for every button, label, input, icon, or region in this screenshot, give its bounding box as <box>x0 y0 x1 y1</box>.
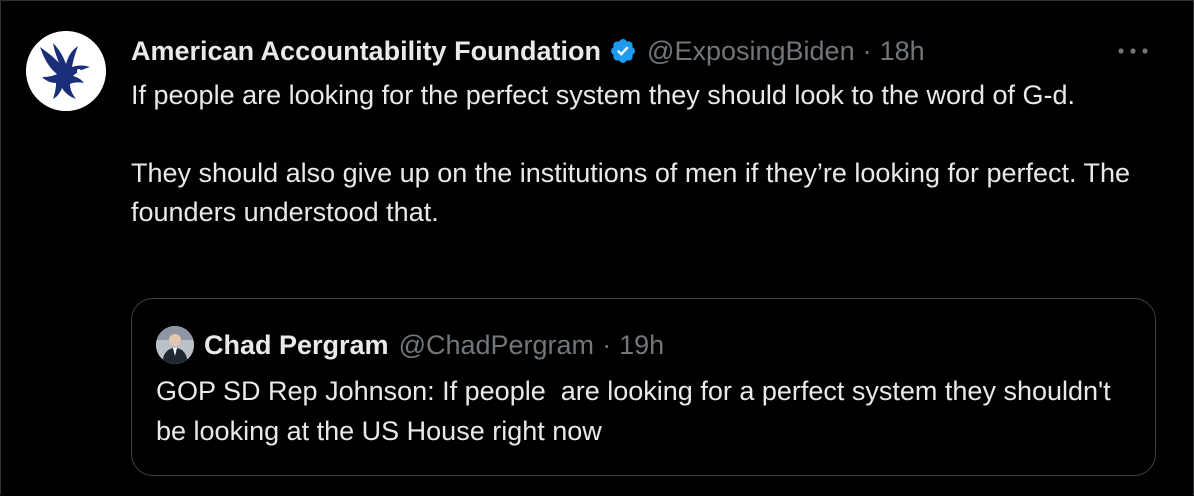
tweet-timestamp[interactable]: 18h <box>880 36 925 67</box>
quoted-tweet-header: Chad Pergram @ChadPergram · 19h <box>156 326 664 364</box>
author-name[interactable]: American Accountability Foundation <box>131 36 601 67</box>
separator-dot: · <box>602 329 612 360</box>
more-options-button[interactable] <box>1113 37 1153 65</box>
tweet-paragraph: They should also give up on the institut… <box>131 158 1131 227</box>
quoted-tweet-card[interactable]: Chad Pergram @ChadPergram · 19h GOP SD R… <box>131 298 1156 476</box>
profile-avatar[interactable] <box>26 31 106 111</box>
eagle-logo-icon <box>26 31 106 111</box>
more-horizontal-icon <box>1118 48 1148 54</box>
author-handle[interactable]: @ExposingBiden <box>647 36 855 67</box>
tweet-header: American Accountability Foundation @Expo… <box>131 32 925 70</box>
quoted-author-name[interactable]: Chad Pergram <box>204 330 389 361</box>
quoted-author-handle[interactable]: @ChadPergram <box>399 330 595 361</box>
verified-badge-icon <box>609 37 637 65</box>
quoted-tweet-timestamp[interactable]: 19h <box>619 330 664 361</box>
person-photo-icon <box>156 326 194 364</box>
tweet-paragraph: If people are looking for the perfect sy… <box>131 80 1076 110</box>
separator-dot: · <box>862 35 872 66</box>
tweet-container[interactable]: American Accountability Foundation @Expo… <box>0 0 1194 495</box>
quoted-author-avatar[interactable] <box>156 326 194 364</box>
quoted-tweet-body: GOP SD Rep Johnson: If people are lookin… <box>156 376 1119 446</box>
tweet-body: If people are looking for the perfect sy… <box>131 76 1171 232</box>
